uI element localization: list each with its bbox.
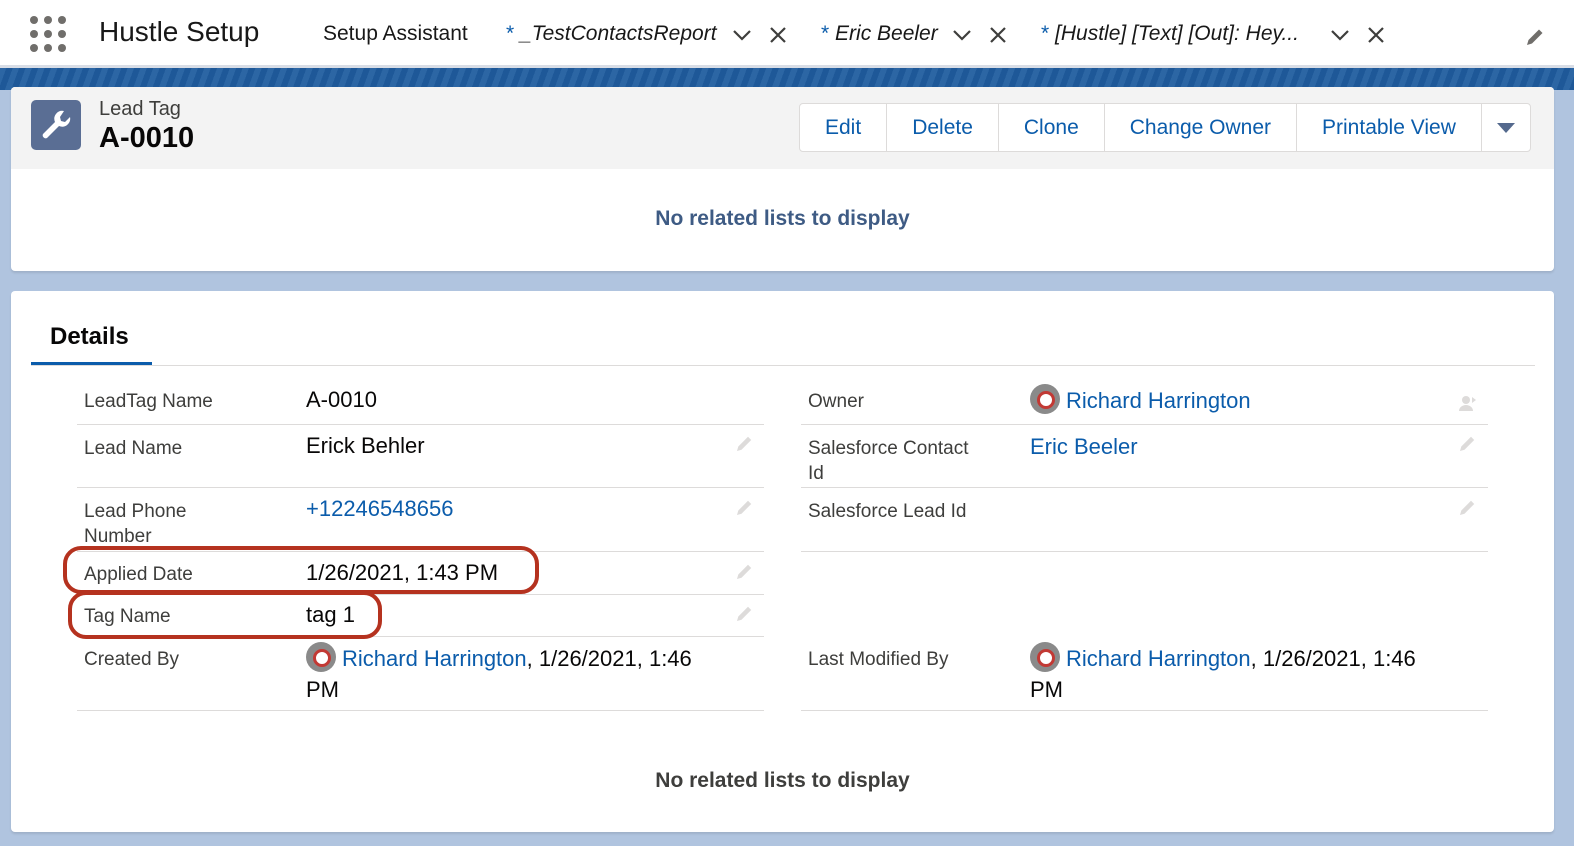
created-by-label: Created By — [84, 649, 180, 670]
label-line: Salesforce Contact — [808, 438, 969, 459]
pencil-icon[interactable] — [1458, 497, 1478, 517]
owner-user-link[interactable]: Richard Harrington — [1066, 388, 1251, 413]
label-line: Lead Phone — [84, 501, 187, 522]
app-name: Hustle Setup — [99, 16, 260, 47]
chevron-down-icon[interactable] — [951, 24, 973, 46]
record-action-buttons: Edit Delete Clone Change Owner Printable… — [799, 103, 1531, 152]
annotation-highlight-applied-date — [63, 546, 539, 594]
leadtag-name-label: LeadTag Name — [84, 391, 213, 412]
lead-phone-value[interactable]: +12246548656 — [306, 493, 453, 524]
unsaved-star: * — [1041, 22, 1050, 45]
pencil-icon[interactable] — [735, 433, 755, 453]
sf-contact-id-value[interactable]: Eric Beeler — [1030, 431, 1138, 462]
record-header: Lead Tag A-0010 Edit Delete Clone Change… — [11, 87, 1554, 169]
field-divider — [77, 424, 764, 425]
change-owner-icon[interactable] — [1458, 393, 1478, 413]
close-icon[interactable] — [987, 24, 1009, 46]
close-icon[interactable] — [767, 24, 789, 46]
object-type-label: Lead Tag — [99, 98, 181, 120]
pencil-icon[interactable] — [1458, 433, 1478, 453]
record-header-card: Lead Tag A-0010 Edit Delete Clone Change… — [11, 87, 1554, 271]
tab-label: _TestContactsReport — [520, 22, 717, 45]
tab-divider — [31, 365, 1535, 366]
last-modified-user-link[interactable]: Richard Harrington — [1066, 646, 1251, 671]
owner-label: Owner — [808, 391, 864, 412]
label-line: Number — [84, 526, 152, 547]
tab-label: Setup Assistant — [323, 22, 468, 45]
created-by-time-suffix: PM — [306, 677, 339, 702]
field-divider — [801, 424, 1488, 425]
app-launcher-icon[interactable] — [30, 16, 66, 52]
annotation-highlight-tag-name — [68, 591, 382, 639]
tab-hustle-text-out[interactable]: * [Hustle] [Text] [Out]: Hey... — [1041, 22, 1299, 46]
tab-setup-assistant[interactable]: Setup Assistant — [323, 22, 468, 46]
more-actions-button[interactable] — [1482, 104, 1530, 151]
no-related-lists-message: No related lists to display — [655, 769, 910, 792]
change-owner-button[interactable]: Change Owner — [1105, 104, 1298, 151]
clone-button[interactable]: Clone — [999, 104, 1105, 151]
avatar-icon — [1030, 384, 1060, 414]
edit-nav-pencil-icon[interactable] — [1524, 26, 1546, 48]
chevron-down-icon[interactable] — [1329, 24, 1351, 46]
pencil-icon[interactable] — [735, 497, 755, 517]
last-modified-value: Richard Harrington, 1/26/2021, 1:46 PM — [1030, 642, 1470, 705]
created-by-time: , 1/26/2021, 1:46 — [526, 646, 692, 671]
avatar-icon — [1030, 642, 1060, 672]
delete-button[interactable]: Delete — [887, 104, 999, 151]
avatar-icon — [306, 642, 336, 672]
global-nav-bar: Hustle Setup Setup Assistant * _TestCont… — [0, 0, 1574, 68]
field-divider — [77, 487, 764, 488]
record-title: A-0010 — [99, 122, 195, 154]
field-divider — [801, 551, 1488, 552]
owner-value: Richard Harrington — [1030, 384, 1251, 416]
created-by-user-link[interactable]: Richard Harrington — [342, 646, 527, 671]
leadtag-name-value: A-0010 — [306, 387, 377, 412]
unsaved-star: * — [506, 22, 515, 45]
no-related-lists-message: No related lists to display — [655, 207, 910, 230]
field-divider — [801, 710, 1488, 711]
tab-details[interactable]: Details — [50, 323, 129, 351]
created-by-value: Richard Harrington, 1/26/2021, 1:46 PM — [306, 642, 746, 705]
tab-label: [Hustle] [Text] [Out]: Hey... — [1055, 22, 1299, 45]
lead-name-label: Lead Name — [84, 438, 183, 459]
printable-view-button[interactable]: Printable View — [1297, 104, 1482, 151]
lead-phone-label: Lead Phone Number — [84, 499, 187, 549]
last-modified-time: , 1/26/2021, 1:46 — [1250, 646, 1416, 671]
last-modified-time-suffix: PM — [1030, 677, 1063, 702]
wrench-icon — [31, 100, 81, 150]
tab-label: Eric Beeler — [835, 22, 938, 45]
details-card: Details LeadTag Name A-0010 Lead Name Er… — [11, 291, 1554, 832]
tab-test-contacts-report[interactable]: * _TestContactsReport — [506, 22, 717, 46]
unsaved-star: * — [821, 22, 830, 45]
sf-contact-id-label: Salesforce Contact Id — [808, 436, 969, 486]
chevron-down-icon[interactable] — [731, 24, 753, 46]
tab-eric-beeler[interactable]: * Eric Beeler — [821, 22, 938, 46]
pencil-icon[interactable] — [735, 561, 755, 581]
label-line: Id — [808, 463, 824, 484]
edit-button[interactable]: Edit — [800, 104, 888, 151]
field-divider — [77, 710, 764, 711]
close-icon[interactable] — [1365, 24, 1387, 46]
pencil-icon[interactable] — [735, 603, 755, 623]
last-modified-label: Last Modified By — [808, 649, 949, 670]
lead-name-value: Erick Behler — [306, 433, 425, 458]
field-divider — [801, 487, 1488, 488]
chevron-down-icon — [1496, 123, 1515, 133]
sf-lead-id-label: Salesforce Lead Id — [808, 501, 967, 522]
